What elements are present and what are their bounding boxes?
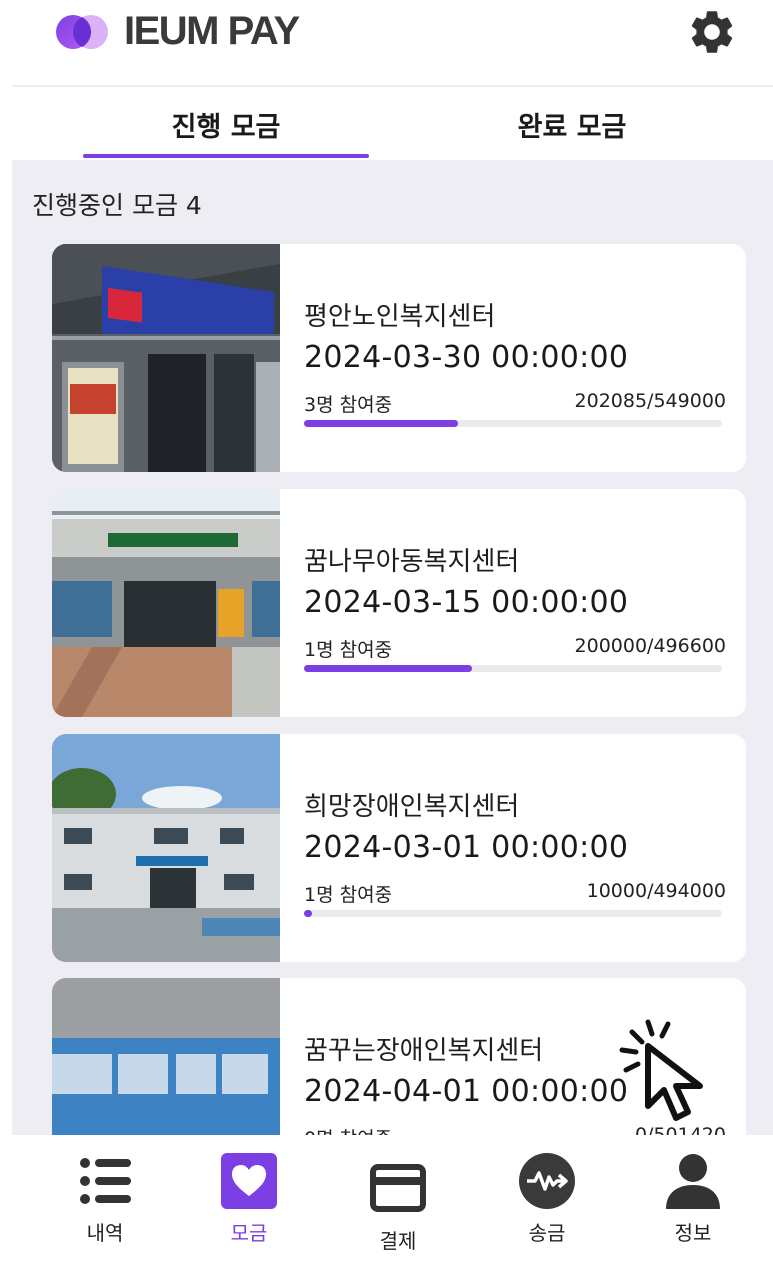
progress-fill [304,665,473,672]
campaign-card[interactable]: 희망장애인복지센터 2024-03-01 00:00:00 1명 참여중 100… [52,734,746,962]
campaign-name: 꿈꾸는장애인복지센터 [304,1036,544,1066]
transfer-icon [519,1153,575,1209]
participant-count: 0명 참여중 [304,1124,392,1135]
campaign-name: 희망장애인복지센터 [304,792,520,822]
nav-label: 모금 [230,1221,268,1245]
campaign-photo [52,978,280,1135]
campaign-info: 희망장애인복지센터 2024-03-01 00:00:00 1명 참여중 100… [304,734,726,962]
active-tab-indicator [83,154,369,158]
tab-ongoing[interactable]: 진행 모금 [84,108,368,148]
progress-fill [304,910,313,917]
amount-raised: 10000/494000 [586,880,726,902]
campaign-name: 꿈나무아동복지센터 [304,547,520,577]
heart-icon [221,1153,277,1209]
click-cursor-icon [619,1019,703,1121]
section-title: 진행중인 모금 4 [32,191,202,220]
campaign-photo [52,489,280,717]
tab-completed[interactable]: 완료 모금 [430,108,714,148]
progress-fill [304,420,458,427]
campaign-tabs: 진행 모금 완료 모금 [12,88,773,160]
list-icon [80,1158,131,1204]
app-header: IEUM PAY [0,0,773,86]
card-icon [370,1164,426,1212]
nav-payment[interactable]: 결제 [343,1153,453,1253]
campaign-photo [52,734,280,962]
nav-label: 송금 [528,1221,566,1245]
participant-count: 1명 참여중 [304,639,393,661]
progress-track [304,910,722,917]
logo-icon [56,15,108,49]
amount-raised: 0/501420 [634,1124,726,1135]
nav-label: 내역 [86,1221,124,1245]
progress-track [304,420,722,427]
person-icon [666,1154,720,1209]
campaign-date: 2024-04-01 00:00:00 [304,1074,629,1109]
amount-raised: 202085/549000 [574,390,726,412]
nav-transfer[interactable]: 송금 [492,1153,602,1253]
bottom-navigation: 내역 모금 결제 송금 정보 [0,1135,773,1265]
app-logo-text: IEUM PAY [124,9,300,53]
campaign-date: 2024-03-30 00:00:00 [304,340,629,375]
campaign-card[interactable]: 꿈나무아동복지센터 2024-03-15 00:00:00 1명 참여중 200… [52,489,746,717]
campaign-card[interactable]: 평안노인복지센터 2024-03-30 00:00:00 3명 참여중 2020… [52,244,746,472]
campaign-list-area[interactable]: 진행중인 모금 4 평안노인복지센터 2024-03-30 00:00:00 3… [12,160,773,1135]
nav-label: 결제 [379,1229,417,1253]
gear-icon[interactable] [686,6,738,58]
progress-track [304,665,722,672]
participant-count: 1명 참여중 [304,884,393,906]
nav-fundraising[interactable]: 모금 [194,1153,304,1253]
campaign-date: 2024-03-15 00:00:00 [304,585,629,620]
campaign-name: 평안노인복지센터 [304,302,496,332]
campaign-date: 2024-03-01 00:00:00 [304,830,629,865]
amount-raised: 200000/496600 [574,635,726,657]
campaign-info: 평안노인복지센터 2024-03-30 00:00:00 3명 참여중 2020… [304,244,726,472]
nav-info[interactable]: 정보 [638,1153,748,1253]
campaign-photo [52,244,280,472]
nav-history[interactable]: 내역 [50,1153,160,1253]
header-divider [12,85,773,87]
nav-label: 정보 [674,1221,712,1245]
campaign-info: 꿈나무아동복지센터 2024-03-15 00:00:00 1명 참여중 200… [304,489,726,717]
participant-count: 3명 참여중 [304,394,393,416]
